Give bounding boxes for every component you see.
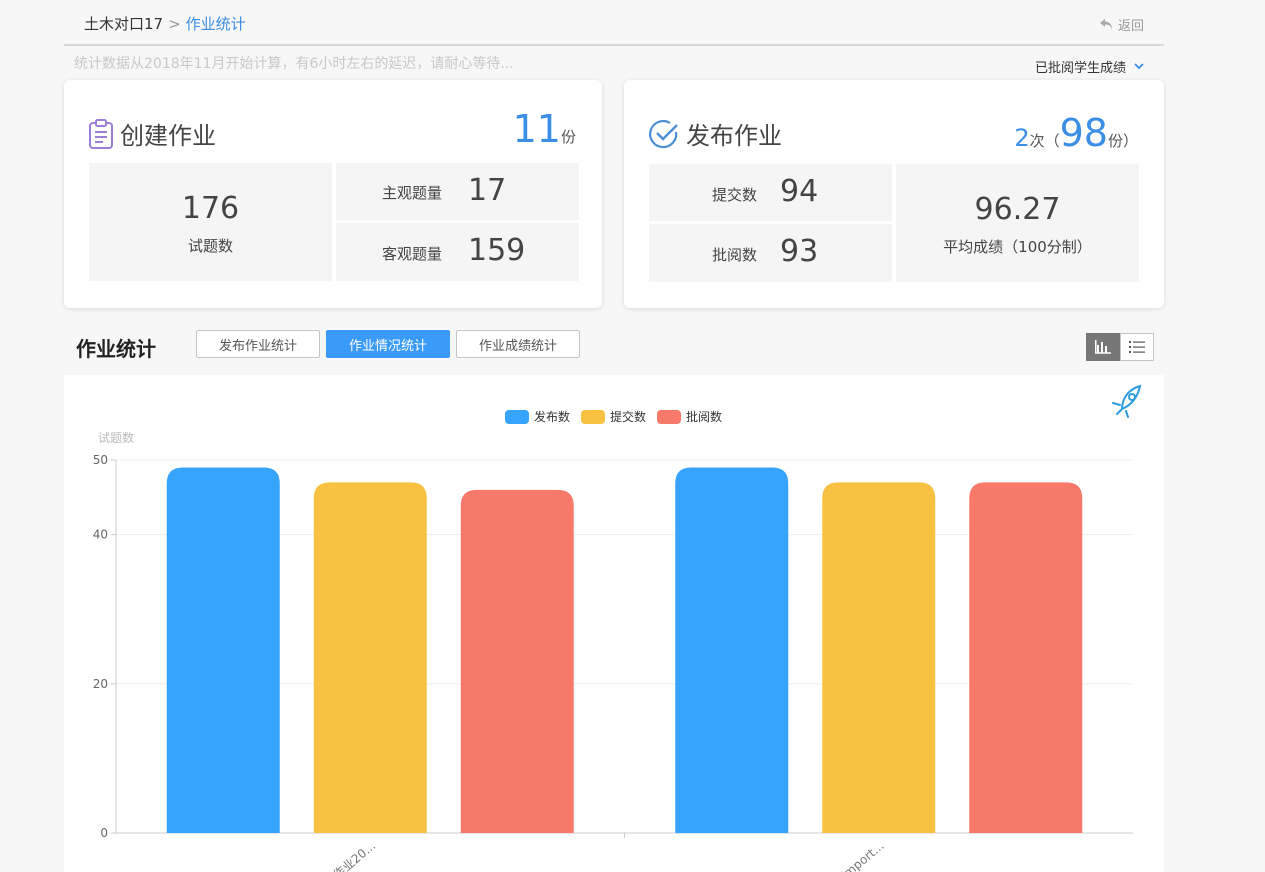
create-homework-card: 创建作业 11 份 176 试题数 主观题量 17 客观题量 159 [64, 80, 602, 308]
back-label: 返回 [1117, 19, 1144, 34]
legend-label: 批阅数 [686, 409, 722, 424]
tab-score-stats[interactable]: 作业成绩统计 [456, 330, 580, 358]
score-filter-dropdown[interactable]: 已批阅学生成绩 [1035, 57, 1144, 76]
publish-times-unit: 次 [1029, 132, 1045, 150]
tab-homework-stats[interactable]: 作业情况统计 [326, 330, 450, 358]
y-tick-label: 50 [93, 453, 108, 467]
stats-tabs: 发布作业统计 作业情况统计 作业成绩统计 [196, 330, 580, 358]
avg-score-value: 96.27 [974, 192, 1061, 227]
publish-paren-open: （ [1044, 132, 1060, 150]
subjective-value: 17 [468, 173, 507, 208]
bar-提交数 [822, 482, 936, 833]
legend-label: 发布数 [534, 409, 570, 424]
breadcrumb-separator: > [168, 15, 181, 33]
avg-score-tile: 96.27 平均成绩（100分制） [896, 164, 1139, 282]
tab-publish-stats[interactable]: 发布作业统计 [196, 330, 320, 358]
subjective-label: 主观题量 [382, 184, 443, 202]
submitted-tile: 提交数 94 [649, 164, 892, 221]
legend-label: 提交数 [610, 409, 646, 424]
y-tick-label: 40 [93, 528, 108, 542]
submitted-label: 提交数 [712, 186, 758, 204]
y-tick-label: 0 [100, 826, 108, 840]
back-button[interactable]: 返回 [1099, 15, 1144, 34]
view-switch [1086, 333, 1154, 361]
chevron-down-icon [1134, 60, 1144, 73]
subjective-tile: 主观题量 17 [336, 163, 579, 220]
publish-times-value: 2 [1014, 124, 1030, 152]
objective-label: 客观题量 [382, 245, 443, 263]
bar-批阅数 [460, 489, 574, 833]
create-card-title-text: 创建作业 [120, 122, 216, 150]
top-bar: 土木对口17 > 作业统计 返回 [64, 0, 1164, 46]
total-questions-tile: 176 试题数 [89, 163, 332, 281]
publish-homework-card: 发布作业 2 次（98 份） 提交数 94 批阅数 93 96.27 平均成绩（10… [624, 80, 1164, 308]
create-card-title: 创建作业 [88, 116, 216, 151]
chart-panel: 发布数 提交数 批阅数试题数 0 20 40 50 作业20... import... [64, 375, 1164, 872]
avg-score-label: 平均成绩（100分制） [943, 238, 1092, 256]
create-count: 11 份 [513, 110, 576, 148]
back-arrow-icon [1099, 19, 1112, 30]
breadcrumb-course[interactable]: 土木对口17 [84, 15, 163, 33]
check-circle-icon [649, 119, 678, 148]
bar-发布数 [675, 467, 789, 833]
breadcrumb-current: 作业统计 [185, 15, 246, 33]
publish-card-title: 发布作业 [648, 116, 782, 151]
x-tick-label: 作业20... [330, 839, 378, 872]
clipboard-icon [89, 118, 113, 149]
delay-notice: 统计数据从2018年11月开始计算，有6小时左右的延迟，请耐心等待... [74, 56, 514, 72]
list-view-button[interactable] [1120, 333, 1154, 361]
breadcrumb: 土木对口17 > 作业统计 [84, 13, 246, 34]
y-tick-label: 20 [93, 677, 108, 691]
homework-bar-chart: 发布数 提交数 批阅数试题数 0 20 40 50 作业20... import... [93, 409, 1133, 872]
submitted-value: 94 [780, 174, 819, 209]
score-filter-value: 已批阅学生成绩 [1034, 61, 1126, 76]
reviewed-tile: 批阅数 93 [649, 224, 892, 282]
objective-tile: 客观题量 159 [336, 223, 579, 281]
list-icon [1129, 341, 1145, 353]
page: 土木对口17 > 作业统计 返回 统计数据从2018年11月开始计算，有6小时左右的… [64, 0, 1164, 872]
reviewed-value: 93 [780, 234, 819, 269]
publish-copies-unit: 份） [1107, 132, 1138, 150]
publish-card-title-text: 发布作业 [686, 122, 782, 150]
publish-count: 2 次（98 份） [1014, 114, 1138, 152]
legend-swatch [581, 410, 605, 424]
chart-view-button[interactable] [1086, 333, 1120, 361]
total-questions-label: 试题数 [187, 237, 233, 255]
create-count-unit: 份 [560, 128, 576, 146]
bar-批阅数 [969, 482, 1083, 833]
total-questions-value: 176 [181, 191, 240, 226]
legend-swatch [657, 410, 681, 424]
bar-发布数 [166, 467, 280, 833]
bar-chart-icon [1095, 340, 1111, 354]
y-axis-title: 试题数 [98, 430, 134, 445]
create-count-value: 11 [512, 107, 561, 151]
publish-copies-value: 98 [1059, 111, 1108, 155]
section-title: 作业统计 [76, 337, 156, 361]
legend-swatch [505, 410, 529, 424]
bar-提交数 [313, 482, 427, 833]
reviewed-label: 批阅数 [712, 246, 758, 264]
x-tick-label: import... [839, 839, 887, 872]
objective-value: 159 [468, 233, 526, 268]
